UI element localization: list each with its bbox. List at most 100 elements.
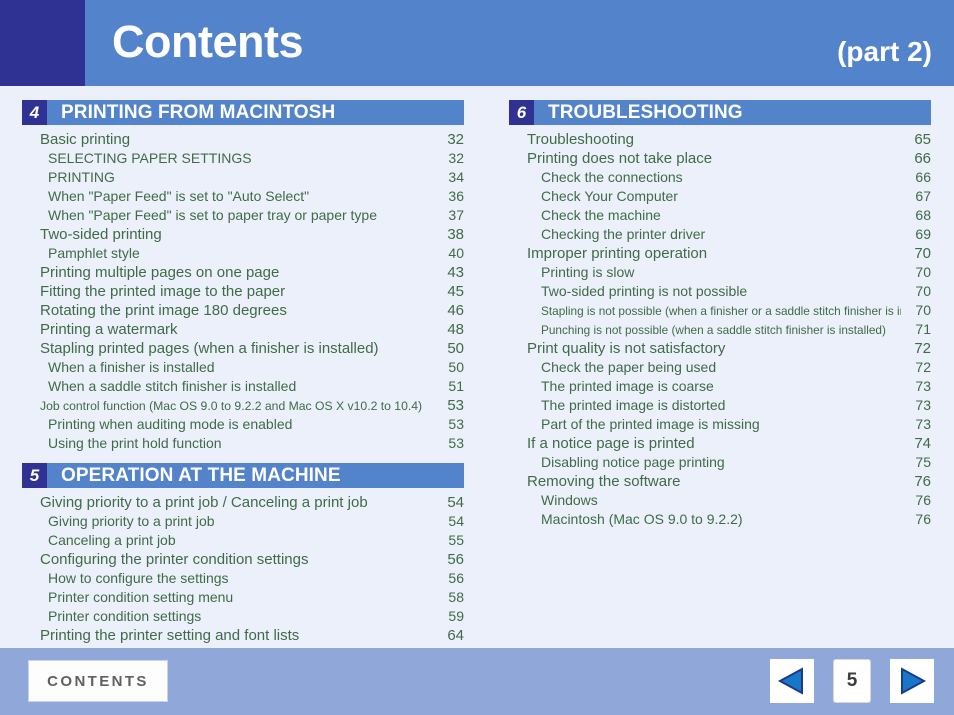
toc-entry-page: 46	[447, 302, 464, 319]
toc-entry-page: 73	[915, 378, 931, 394]
toc-entry[interactable]: Stapling is not possible (when a finishe…	[509, 302, 931, 321]
toc-entry-label: Check Your Computer	[541, 188, 901, 204]
toc-entry-page: 73	[915, 416, 931, 432]
toc-entry-label: Part of the printed image is missing	[541, 416, 901, 432]
toc-entry[interactable]: Troubleshooting 65	[509, 131, 931, 150]
toc-entry[interactable]: Printer condition setting menu 58	[22, 589, 464, 608]
page-title-part: (part 2)	[837, 36, 932, 67]
toc-entry-label: Macintosh (Mac OS 9.0 to 9.2.2)	[541, 511, 901, 527]
toc-entry[interactable]: When "Paper Feed" is set to "Auto Select…	[22, 188, 464, 207]
toc-entry[interactable]: Canceling a print job 55	[22, 532, 464, 551]
toc-entry[interactable]: Macintosh (Mac OS 9.0 to 9.2.2) 76	[509, 511, 931, 530]
toc-entry[interactable]: Printing is slow 70	[509, 264, 931, 283]
toc-entry[interactable]: Fitting the printed image to the paper 45	[22, 283, 464, 302]
current-page-indicator: 5	[833, 659, 871, 703]
toc-entry-label: Printer condition settings	[48, 608, 434, 624]
contents-button[interactable]: CONTENTS	[28, 660, 168, 702]
toc-entry[interactable]: Check Your Computer 67	[509, 188, 931, 207]
toc-entry-page: 32	[448, 150, 464, 166]
toc-entry-label: Check the paper being used	[541, 359, 901, 375]
toc-entry[interactable]: Printing multiple pages on one page 43	[22, 264, 464, 283]
toc-section: 5 OPERATION AT THE MACHINE Giving priority…	[22, 463, 464, 646]
toc-entry-label: When "Paper Feed" is set to paper tray o…	[48, 207, 434, 223]
toc-entry-label: Removing the software	[527, 473, 681, 490]
toc-entry-label: Using the print hold function	[48, 435, 434, 451]
toc-entry-label: Stapling is not possible (when a finishe…	[541, 303, 901, 318]
section-header-bar: 6 TROUBLESHOOTING	[509, 100, 931, 125]
section-number-badge: 4	[22, 100, 47, 125]
toc-entry[interactable]: Print quality is not satisfactory 72	[509, 340, 931, 359]
toc-entry[interactable]: Two-sided printing is not possible 70	[509, 283, 931, 302]
toc-entry[interactable]: Check the machine 68	[509, 207, 931, 226]
toc-entry-label: Troubleshooting	[527, 131, 635, 148]
toc-list: Troubleshooting 65 Printing does not take …	[509, 131, 931, 530]
toc-column-left: 4 PRINTING FROM MACINTOSH Basic printing 32…	[22, 100, 464, 646]
toc-entry-label: PRINTING	[48, 169, 434, 185]
previous-page-button[interactable]	[770, 659, 814, 703]
toc-entry-page: 54	[447, 494, 464, 511]
section-title: OPERATION AT THE MACHINE	[61, 464, 341, 486]
toc-entry-page: 53	[448, 435, 464, 451]
toc-entry-label: Rotating the print image 180 degrees	[40, 302, 287, 319]
toc-entry[interactable]: When "Paper Feed" is set to paper tray o…	[22, 207, 464, 226]
toc-entry[interactable]: Job control function (Mac OS 9.0 to 9.2.…	[22, 397, 464, 416]
toc-entry-label: Printer condition setting menu	[48, 589, 434, 605]
toc-list: Giving priority to a print job / Canceli…	[22, 494, 464, 646]
toc-entry-label: Canceling a print job	[48, 532, 434, 548]
toc-entry[interactable]: Basic printing 32	[22, 131, 464, 150]
toc-entry[interactable]: SELECTING PAPER SETTINGS 32	[22, 150, 464, 169]
toc-section: 4 PRINTING FROM MACINTOSH Basic printing 32…	[22, 100, 464, 454]
toc-entry[interactable]: Printing the printer setting and font li…	[22, 627, 464, 646]
next-page-button[interactable]	[890, 659, 934, 703]
toc-entry-label: Check the connections	[541, 169, 901, 185]
toc-entry[interactable]: When a saddle stitch finisher is install…	[22, 378, 464, 397]
toc-entry[interactable]: Check the connections 66	[509, 169, 931, 188]
toc-entry-label: Stapling printed pages (when a finisher …	[40, 340, 379, 357]
section-number-badge: 5	[22, 463, 47, 488]
toc-entry[interactable]: Printing does not take place 66	[509, 150, 931, 169]
header-corner-block	[0, 0, 85, 86]
toc-entry[interactable]: Checking the printer driver 69	[509, 226, 931, 245]
toc-entry[interactable]: Configuring the printer condition settin…	[22, 551, 464, 570]
toc-entry[interactable]: Windows 76	[509, 492, 931, 511]
toc-entry-page: 70	[914, 245, 931, 262]
toc-entry[interactable]: Using the print hold function 53	[22, 435, 464, 454]
toc-entry[interactable]: Giving priority to a print job 54	[22, 513, 464, 532]
toc-entry[interactable]: The printed image is distorted 73	[509, 397, 931, 416]
toc-entry-label: Windows	[541, 492, 901, 508]
toc-entry[interactable]: If a notice page is printed 74	[509, 435, 931, 454]
toc-entry-page: 64	[447, 627, 464, 644]
prev-triangle-icon	[777, 667, 803, 695]
page-header: Contents (part 2)	[0, 0, 954, 86]
toc-entry-label: SELECTING PAPER SETTINGS	[48, 150, 434, 166]
toc-entry-label: Giving priority to a print job / Canceli…	[40, 494, 368, 511]
toc-entry[interactable]: PRINTING 34	[22, 169, 464, 188]
toc-entry[interactable]: The printed image is coarse 73	[509, 378, 931, 397]
toc-entry[interactable]: Pamphlet style 40	[22, 245, 464, 264]
toc-entry-page: 37	[448, 207, 464, 223]
toc-entry[interactable]: Printing when auditing mode is enabled 53	[22, 416, 464, 435]
toc-entry[interactable]: Improper printing operation 70	[509, 245, 931, 264]
toc-entry[interactable]: Disabling notice page printing 75	[509, 454, 931, 473]
toc-entry[interactable]: Punching is not possible (when a saddle …	[509, 321, 931, 340]
toc-entry-page: 34	[448, 169, 464, 185]
toc-entry[interactable]: Printing a watermark 48	[22, 321, 464, 340]
toc-entry-label: Two-sided printing	[40, 226, 162, 243]
toc-entry[interactable]: Removing the software 76	[509, 473, 931, 492]
toc-entry-page: 53	[448, 416, 464, 432]
toc-entry-page: 55	[448, 532, 464, 548]
toc-entry[interactable]: Printer condition settings 59	[22, 608, 464, 627]
toc-entry-page: 67	[915, 188, 931, 204]
toc-entry[interactable]: Two-sided printing 38	[22, 226, 464, 245]
toc-entry[interactable]: Rotating the print image 180 degrees 46	[22, 302, 464, 321]
toc-entry[interactable]: Giving priority to a print job / Canceli…	[22, 494, 464, 513]
toc-entry-page: 66	[915, 169, 931, 185]
toc-entry[interactable]: Check the paper being used 72	[509, 359, 931, 378]
toc-entry[interactable]: When a finisher is installed 50	[22, 359, 464, 378]
current-page-number: 5	[846, 670, 858, 691]
toc-entry[interactable]: How to configure the settings 56	[22, 570, 464, 589]
toc-entry[interactable]: Stapling printed pages (when a finisher …	[22, 340, 464, 359]
section-header-bar: 5 OPERATION AT THE MACHINE	[22, 463, 464, 488]
toc-entry[interactable]: Part of the printed image is missing 73	[509, 416, 931, 435]
